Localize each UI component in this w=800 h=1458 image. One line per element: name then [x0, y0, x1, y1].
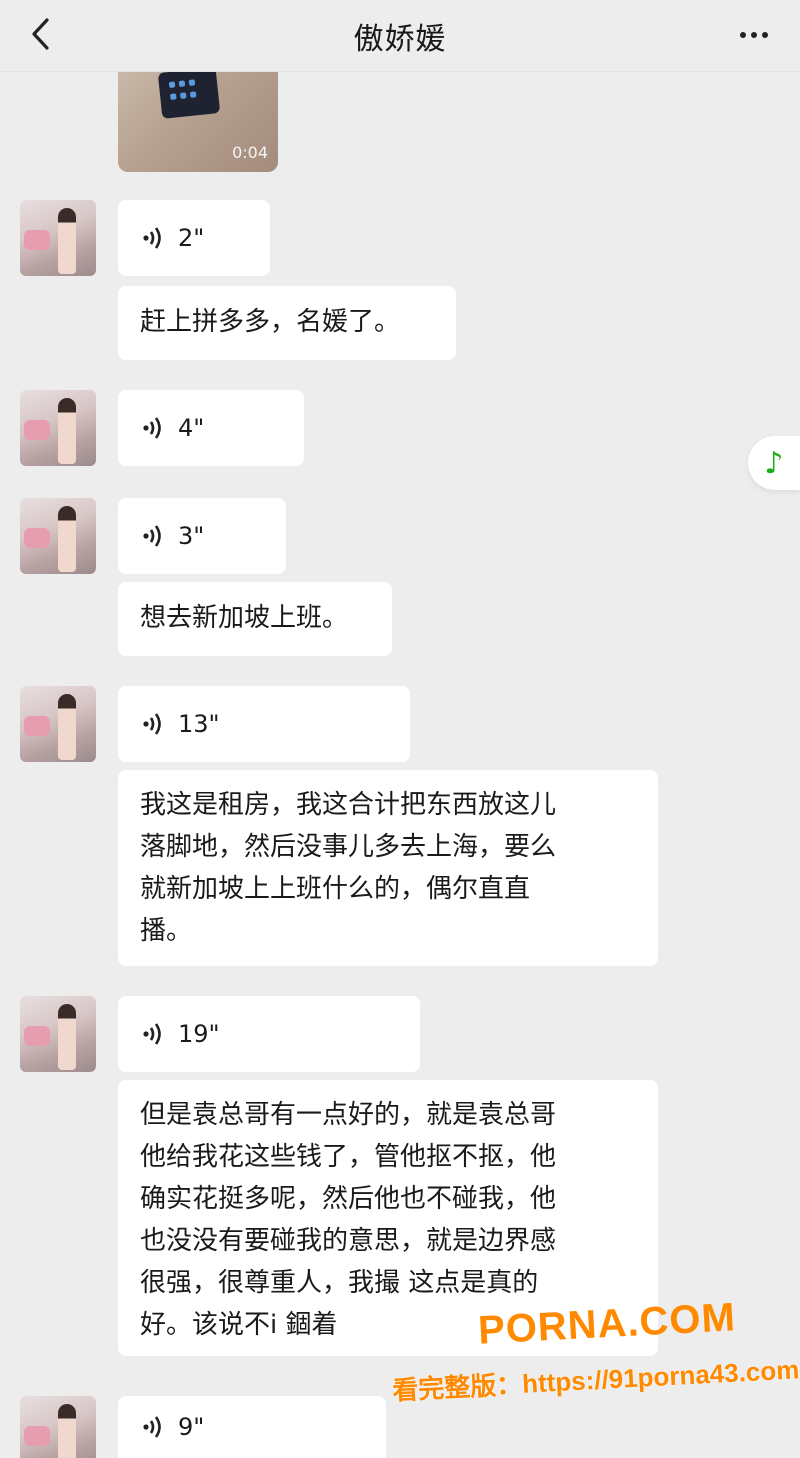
- voice-wave-icon: [143, 713, 161, 735]
- floating-music-button[interactable]: ♪: [748, 436, 800, 490]
- voice-duration: 19": [178, 1020, 220, 1048]
- back-button[interactable]: [22, 16, 58, 52]
- voice-message[interactable]: 3": [118, 498, 286, 574]
- voice-duration: 3": [178, 522, 205, 550]
- message-text-line: 就新加坡上上班什么的，偶尔直直: [140, 874, 531, 904]
- voice-duration: 2": [178, 224, 205, 252]
- message-text-line: 确实花挺多呢，然后他也不碰我，他: [140, 1184, 557, 1214]
- message-text-line: 但是袁总哥有一点好的，就是袁总哥: [140, 1100, 557, 1130]
- message-text-line: 我这是租房，我这合计把东西放这儿: [140, 790, 557, 820]
- message-text-line: 播。: [140, 916, 193, 946]
- text-message[interactable]: 想去新加坡上班。: [118, 582, 392, 656]
- voice-wave-icon: [143, 525, 161, 547]
- music-note-icon: ♪: [764, 445, 784, 481]
- voice-wave-icon: [143, 417, 161, 439]
- chevron-left-icon: [32, 18, 49, 50]
- message-text: 想去新加坡上班。: [140, 603, 349, 633]
- watermark-url: 看完整版：https://91porna43.com: [391, 1354, 800, 1406]
- voice-message[interactable]: 2": [118, 200, 270, 276]
- text-message[interactable]: 我这是租房，我这合计把东西放这儿 落脚地，然后没事儿多去上海，要么 就新加坡上上…: [118, 770, 658, 966]
- video-preview-image: [157, 72, 221, 119]
- voice-wave-icon: [143, 1416, 161, 1438]
- chat-title: 傲娇媛: [353, 21, 447, 57]
- avatar[interactable]: [20, 996, 96, 1072]
- voice-duration: 4": [178, 414, 205, 442]
- message-text-line: 也没没有要碰我的意思，就是边界感: [140, 1226, 557, 1256]
- video-message[interactable]: 0:04: [118, 72, 278, 172]
- video-duration: 0:04: [232, 143, 268, 162]
- avatar[interactable]: [20, 390, 96, 466]
- voice-wave-icon: [143, 1023, 161, 1045]
- message-text-line: 他给我花这些钱了，管他抠不抠，他: [140, 1142, 557, 1172]
- voice-duration: 13": [178, 710, 220, 738]
- voice-duration: 9": [178, 1413, 205, 1441]
- message-text-line: 很强，很尊重人，我撮 这点是真的: [140, 1268, 539, 1298]
- text-message[interactable]: 赶上拼多多，名媛了。: [118, 286, 456, 360]
- voice-wave-icon: [143, 227, 161, 249]
- more-options-button[interactable]: [734, 20, 774, 50]
- message-text-line: 落脚地，然后没事儿多去上海，要么: [140, 832, 557, 862]
- voice-message[interactable]: 19": [118, 996, 420, 1072]
- voice-message[interactable]: 13": [118, 686, 410, 762]
- message-text: 赶上拼多多，名媛了。: [140, 307, 401, 337]
- top-bar: 傲娇媛: [0, 0, 800, 72]
- avatar[interactable]: [20, 498, 96, 574]
- voice-message[interactable]: 4": [118, 390, 304, 466]
- avatar[interactable]: [20, 200, 96, 276]
- avatar[interactable]: [20, 686, 96, 762]
- avatar[interactable]: [20, 1396, 96, 1458]
- voice-message[interactable]: 9": [118, 1396, 386, 1458]
- more-dots-icon: [740, 32, 746, 38]
